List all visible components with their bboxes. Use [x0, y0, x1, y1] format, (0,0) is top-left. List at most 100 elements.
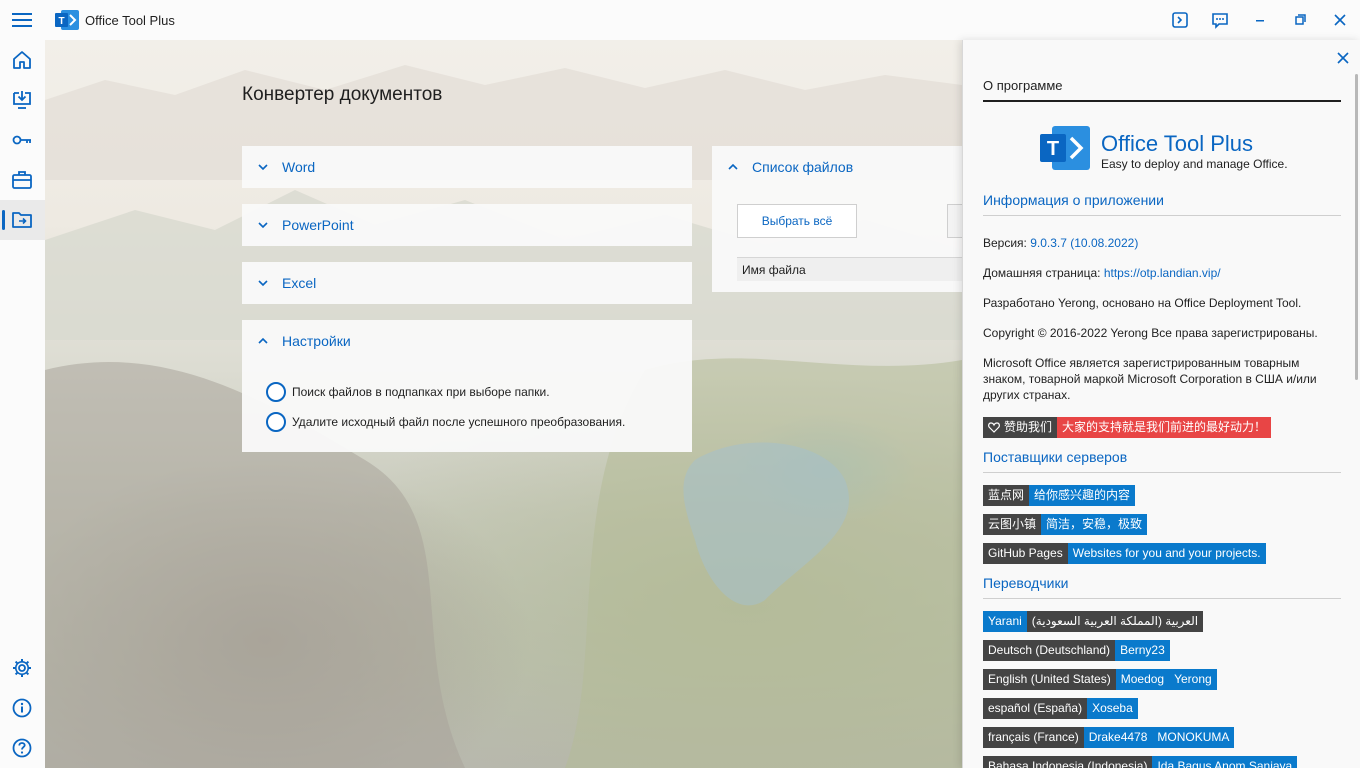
provider-badge[interactable]: GitHub Pages Websites for you and your p… — [983, 543, 1266, 564]
select-all-button[interactable]: Выбрать всё — [737, 204, 857, 238]
tab-about[interactable]: О программе — [983, 78, 1341, 102]
nav-activation[interactable] — [0, 120, 45, 160]
svg-text:T: T — [1047, 138, 1059, 160]
translator-name[interactable]: Yerong — [1169, 669, 1217, 690]
chevron-down-icon — [258, 222, 268, 229]
radio-button[interactable] — [266, 382, 286, 402]
key-icon — [12, 135, 31, 145]
gear-icon — [13, 659, 31, 677]
page-title: Конвертер документов — [242, 84, 443, 105]
sponsor-text[interactable]: 大家的支持就是我们前进的最好动力！ — [1057, 417, 1272, 438]
nav-about[interactable] — [0, 688, 45, 728]
chevron-up-icon — [258, 337, 268, 344]
expander-label: PowerPoint — [282, 217, 354, 233]
chevron-up-icon[interactable] — [727, 161, 739, 173]
translator-language[interactable]: العربية (المملكة العربية السعودية) — [1026, 611, 1204, 632]
settings-body: Поиск файлов в подпапках при выборе папк… — [242, 362, 692, 452]
nav-settings[interactable] — [0, 648, 45, 688]
translator-name[interactable]: Ida Bagus Anom Sanjaya — [1152, 756, 1298, 768]
sponsor-label-badge[interactable]: 赞助我们 — [983, 417, 1058, 438]
minimize-icon[interactable] — [1250, 10, 1270, 30]
sponsor-badge[interactable]: 赞助我们 大家的支持就是我们前进的最好动力！ — [983, 417, 1272, 438]
nav-document-converter[interactable] — [0, 200, 45, 240]
homepage-link[interactable]: https://otp.landian.vip/ — [1104, 266, 1221, 280]
feedback-icon[interactable] — [1210, 10, 1230, 30]
svg-text:T: T — [58, 16, 64, 27]
provider-name[interactable]: GitHub Pages — [983, 543, 1068, 564]
download-monitor-icon — [13, 91, 31, 109]
terminal-icon[interactable] — [1170, 10, 1190, 30]
expander-excel[interactable]: Excel — [242, 262, 692, 304]
translator-badge[interactable]: français (France) Drake4478 MONOKUMA — [983, 727, 1235, 748]
app-info-heading: Информация о приложении — [983, 192, 1341, 216]
translator-name[interactable]: Berny23 — [1115, 640, 1170, 661]
translator-language[interactable]: español (España) — [983, 698, 1088, 719]
navigation-sidebar — [0, 40, 45, 768]
translator-name[interactable]: Xoseba — [1087, 698, 1138, 719]
translator-language[interactable]: English (United States) — [983, 669, 1116, 690]
translator-badge[interactable]: English (United States) Moedog Yerong — [983, 669, 1217, 690]
translator-badge[interactable]: Yarani العربية (المملكة العربية السعودية… — [983, 611, 1204, 632]
translator-badge[interactable]: Deutsch (Deutschland) Berny23 — [983, 640, 1170, 661]
translator-name[interactable]: Moedog — [1115, 669, 1170, 690]
nav-deploy[interactable] — [0, 80, 45, 120]
copyright-text: Copyright © 2016-2022 Yerong Все права з… — [983, 326, 1318, 340]
app-logo-icon: T — [55, 10, 79, 33]
provider-desc[interactable]: 给你感兴趣的内容 — [1029, 485, 1136, 506]
expander-word[interactable]: Word — [242, 146, 692, 188]
home-icon — [13, 51, 31, 69]
file-list-title[interactable]: Список файлов — [752, 159, 853, 175]
translator-language[interactable]: Bahasa Indonesia (Indonesia) — [983, 756, 1153, 768]
main-content: Конвертер документов Word PowerPoint Exc… — [45, 40, 962, 768]
about-panel: О программе T Office Tool Plus Easy to d… — [962, 40, 1360, 768]
expander-label: Word — [282, 159, 316, 175]
file-action-button[interactable] — [947, 204, 962, 238]
close-icon[interactable] — [1335, 50, 1351, 66]
radio-button[interactable] — [266, 412, 286, 432]
translator-name[interactable]: MONOKUMA — [1152, 727, 1235, 748]
provider-desc[interactable]: 简洁，安稳，极致 — [1041, 514, 1148, 535]
provider-badge[interactable]: 云图小镇 简洁，安稳，极致 — [983, 514, 1148, 535]
translator-language[interactable]: Deutsch (Deutschland) — [983, 640, 1116, 661]
translator-badge[interactable]: Bahasa Indonesia (Indonesia) Ida Bagus A… — [983, 756, 1298, 768]
translator-name[interactable]: Yarani — [983, 611, 1027, 632]
column-header-filename[interactable]: Имя файла — [737, 257, 962, 281]
expander-label: Настройки — [282, 333, 351, 349]
sponsor-label: 赞助我们 — [1004, 420, 1053, 434]
provider-badge[interactable]: 蓝点网 给你感兴趣的内容 — [983, 485, 1136, 506]
nav-toolbox[interactable] — [0, 160, 45, 200]
info-icon — [12, 698, 32, 718]
heart-icon — [988, 422, 1000, 433]
option-label: Удалите исходный файл после успешного пр… — [292, 415, 626, 429]
version-label: Версия: — [983, 236, 1027, 250]
provider-name[interactable]: 蓝点网 — [983, 485, 1030, 506]
provider-name[interactable]: 云图小镇 — [983, 514, 1042, 535]
homepage-label: Домашняя страница: — [983, 266, 1101, 280]
translator-badge[interactable]: español (España) Xoseba — [983, 698, 1138, 719]
expander-settings[interactable]: Настройки — [242, 320, 692, 362]
providers-heading: Поставщики серверов — [983, 449, 1341, 473]
app-title: Office Tool Plus — [85, 13, 175, 28]
option-label: Поиск файлов в подпапках при выборе папк… — [292, 385, 550, 399]
translator-name[interactable]: Drake4478 — [1083, 727, 1153, 748]
hamburger-menu-icon[interactable] — [10, 9, 34, 31]
close-window-icon[interactable] — [1330, 10, 1350, 30]
expander-powerpoint[interactable]: PowerPoint — [242, 204, 692, 246]
version-line: Версия: 9.0.3.7 (10.08.2022) — [983, 235, 1333, 251]
help-icon — [12, 738, 32, 758]
trademark-text: Microsoft Office является зарегистрирова… — [983, 356, 1317, 402]
nav-help[interactable] — [0, 728, 45, 768]
chevron-down-icon — [258, 164, 268, 171]
developed-by-text: Разработано Yerong, основано на Office D… — [983, 296, 1302, 310]
brand-name: Office Tool Plus — [1101, 131, 1254, 156]
nav-home[interactable] — [0, 40, 45, 80]
provider-desc[interactable]: Websites for you and your projects. — [1067, 543, 1266, 564]
restore-icon[interactable] — [1290, 10, 1310, 30]
folder-convert-icon — [12, 212, 32, 228]
scrollbar[interactable] — [1355, 74, 1358, 380]
version-value: 9.0.3.7 (10.08.2022) — [1030, 236, 1139, 250]
toolbox-icon — [12, 171, 32, 189]
homepage-line: Домашняя страница: https://otp.landian.v… — [983, 265, 1333, 281]
brand-tagline: Easy to deploy and manage Office. — [1101, 157, 1288, 171]
translator-language[interactable]: français (France) — [983, 727, 1084, 748]
